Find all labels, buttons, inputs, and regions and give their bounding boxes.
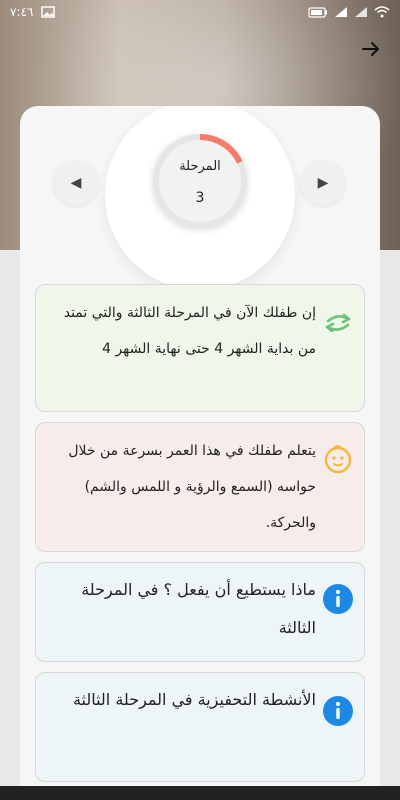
info-icon [322,583,354,615]
signal-icon-2 [355,7,367,17]
back-arrow-button[interactable] [358,38,384,64]
info-card-stage-range: إن طفلك الآن في المرحلة الثالثة والتي تم… [35,284,365,412]
wifi-icon [374,6,390,18]
triangle-left-icon: ◀ [70,175,82,191]
battery-icon [308,6,327,18]
status-bar: ٧:٤٦ [0,0,400,24]
triangle-right-icon: ▶ [317,175,329,191]
stage-label: المرحلة [179,159,221,174]
info-card-senses: يتعلم طفلك في هذا العمر بسرعة من خلال حو… [35,422,365,552]
baby-face-icon [322,443,354,475]
navigation-bar [0,786,400,800]
stage-indicator: المرحلة 3 [153,134,247,228]
stage-number: 3 [195,190,205,206]
next-stage-button[interactable]: ▶ [300,160,346,206]
card-text: ماذا يستطيع أن يفعل ؟ في المرحلة الثالثة [81,580,316,637]
stage-progress-ring [153,134,247,228]
status-time: ٧:٤٦ [10,5,34,19]
card-text: يتعلم طفلك في هذا العمر بسرعة من خلال حو… [68,443,316,531]
refresh-arrows-icon [322,307,354,339]
image-icon [41,6,56,18]
signal-icon [335,7,347,17]
info-icon [322,695,354,727]
activities-card[interactable]: الأنشطة التحفيزية في المرحلة الثالثة [35,672,365,782]
content-panel: ◀ ▶ المرحلة 3 إن طفلك الآن في المرحلة ال… [20,106,380,800]
card-text: الأنشطة التحفيزية في المرحلة الثالثة [72,690,316,709]
card-text: إن طفلك الآن في المرحلة الثالثة والتي تم… [63,305,316,357]
previous-stage-button[interactable]: ◀ [53,160,99,206]
arrow-right-icon [362,42,379,56]
what-can-do-card[interactable]: ماذا يستطيع أن يفعل ؟ في المرحلة الثالثة [35,562,365,662]
